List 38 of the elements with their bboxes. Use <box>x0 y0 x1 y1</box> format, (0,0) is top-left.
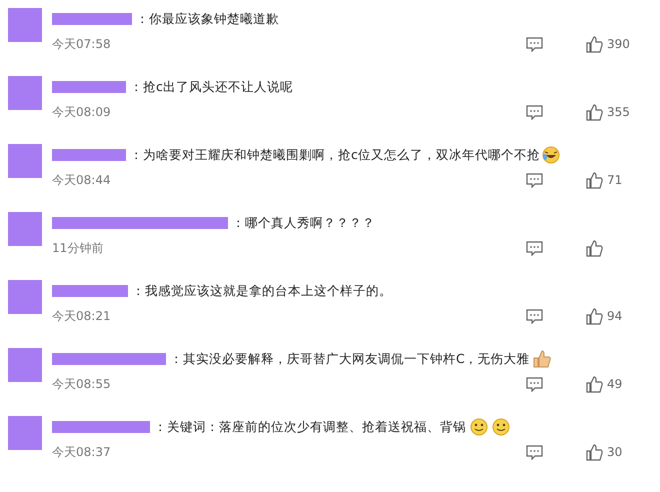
timestamp: 今天08:09 <box>52 104 111 120</box>
like-icon[interactable] <box>586 104 603 120</box>
like-count: 71 <box>607 173 622 187</box>
like-icon[interactable] <box>586 444 603 460</box>
thumbs-up-emoji-icon <box>532 349 552 369</box>
timestamp: 今天08:55 <box>52 376 111 392</box>
comment-icon[interactable] <box>526 376 543 392</box>
like-icon[interactable] <box>586 36 603 52</box>
like-icon[interactable] <box>586 240 603 256</box>
comment-text: ：我感觉应该这就是拿的台本上这个样子的。 <box>132 282 392 300</box>
timestamp: 今天07:58 <box>52 36 111 52</box>
like-icon[interactable] <box>586 376 603 392</box>
like-count: 30 <box>607 445 622 459</box>
comment-text: ：其实没必要解释，庆哥替广大网友调侃一下钟杵C，无伤大雅 <box>170 350 530 368</box>
comment-text: ：哪个真人秀啊？？？？ <box>232 214 375 232</box>
like-count: 94 <box>607 309 622 323</box>
timestamp: 今天08:21 <box>52 308 111 324</box>
comment-icon[interactable] <box>526 308 543 324</box>
like-icon[interactable] <box>586 308 603 324</box>
timestamp: 11分钟前 <box>52 240 104 256</box>
comment-text: ：你最应该象钟楚曦道歉 <box>136 10 279 28</box>
comment-icon[interactable] <box>526 172 543 188</box>
comment-icon[interactable] <box>526 104 543 120</box>
comment-text: ：为啥要对王耀庆和钟楚曦围剿啊，抢c位又怎么了，双冰年代哪个不抢 <box>130 146 540 164</box>
comment-text: ：关键词：落座前的位次少有调整、抢着送祝福、背锅 <box>154 418 466 436</box>
comment-icon[interactable] <box>526 444 543 460</box>
timestamp: 今天08:37 <box>52 444 111 460</box>
comment-icon[interactable] <box>526 36 543 52</box>
laughing-crying-emoji-icon <box>542 146 560 164</box>
like-count: 355 <box>607 105 630 119</box>
like-icon[interactable] <box>586 172 603 188</box>
comment-text: ：抢c出了风头还不让人说呢 <box>130 78 293 96</box>
smiley-emoji-icon <box>470 418 488 436</box>
smiley-emoji-icon <box>492 418 510 436</box>
comment-icon[interactable] <box>526 240 543 256</box>
like-count: 390 <box>607 37 630 51</box>
like-count: 49 <box>607 377 622 391</box>
timestamp: 今天08:44 <box>52 172 111 188</box>
